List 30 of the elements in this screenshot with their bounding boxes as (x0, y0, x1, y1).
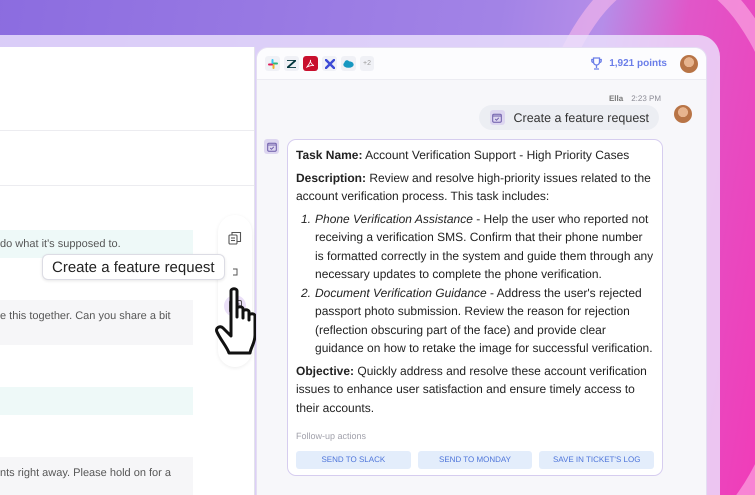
task-icon (266, 142, 276, 152)
tooltip: Create a feature request (42, 254, 225, 280)
follow-up-button[interactable]: SEND TO MONDAY (418, 450, 532, 468)
pinwheel-icon (268, 58, 278, 68)
message-text: Create a feature request (514, 110, 649, 124)
message-bubble: nts right away. Please hold on for a (0, 457, 193, 495)
author-name: Ella (608, 94, 624, 103)
cloud-icon (343, 60, 354, 68)
user-avatar (674, 105, 692, 123)
task-paragraph: Task Name: Account Verification Support - High Priority Cases (296, 147, 630, 164)
task-icon (492, 112, 502, 122)
user-avatar (680, 54, 698, 72)
points-label: 1,921 points (609, 58, 667, 69)
task-paragraph: Objective: Quickly address and resolve these account verification issues to enhance user satisfaction and ensure timely access to their accounts. (296, 362, 648, 416)
pdf-icon (306, 59, 315, 68)
list-item-text: Document Verification Guidance - Address the user's rejected passport photo submission. Review the reason for rejection (reflection obscuring part of the face) and provide clear guidance on how to retake the image for successful verification. (315, 284, 654, 357)
bracket-icon (230, 267, 240, 277)
follow-up-label: Follow-up actions (296, 430, 368, 443)
list-number: 1. (301, 210, 312, 228)
message-time: 2:23 PM (631, 94, 661, 103)
task-paragraph: Description: Review and resolve high-priority issues related to the account verification process. This task includes: (296, 170, 652, 205)
follow-up-button[interactable]: SAVE IN TICKET'S LOG (539, 450, 654, 468)
z-letter-icon (287, 60, 296, 68)
trophy-icon (591, 57, 602, 70)
cross-icon (324, 58, 334, 68)
message-bubble: e this together. Can you share a bit (0, 300, 193, 345)
documents-icon (228, 231, 242, 245)
list-item-text: Phone Verification Assistance - Help the user who reported not receiving a verification SMS. Confirm that their phone number is formatted correctly in the system and guide them through any necessary updates to complete the phone verification. (315, 210, 654, 283)
list-number: 2. (301, 284, 312, 302)
follow-up-button[interactable]: SEND TO SLACK (296, 450, 411, 468)
